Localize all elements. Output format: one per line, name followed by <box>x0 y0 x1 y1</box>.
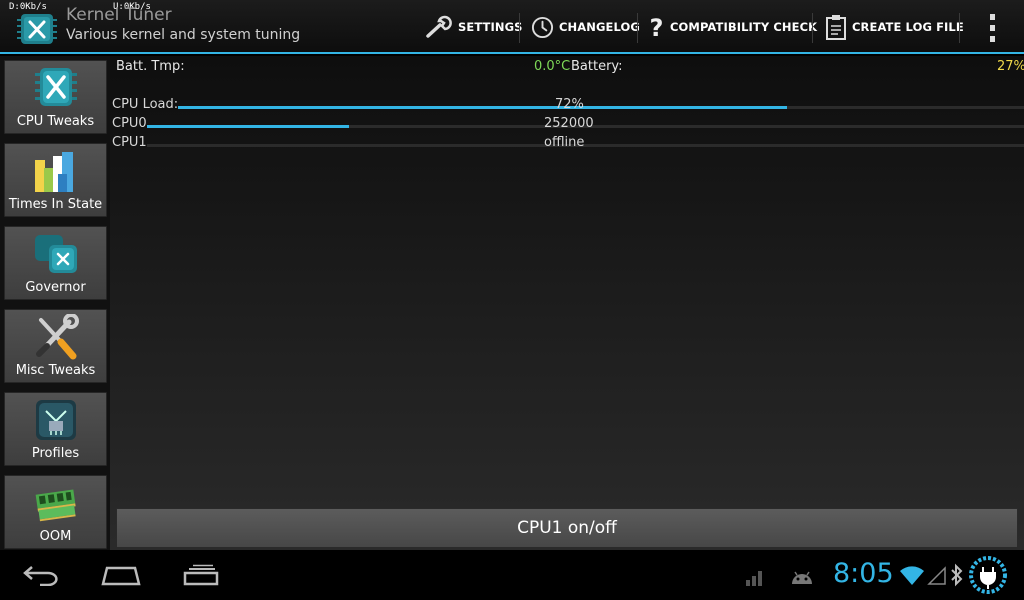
app-title: Kernel Tuner <box>66 5 172 25</box>
compatibility-check-label: COMPATIBILITY CHECK <box>670 20 818 34</box>
main-panel: Batt. Tmp: 0.0°C Battery: 27% CPU Load: … <box>110 56 1024 550</box>
sidebar-item-label: OOM <box>39 529 72 544</box>
cell-signal-icon <box>927 566 946 585</box>
cpu0-row: CPU0 252000 <box>110 116 1024 134</box>
changelog-button[interactable]: CHANGELOG <box>531 11 640 43</box>
cpu1-freq-bar <box>147 144 1024 147</box>
action-divider <box>812 13 813 43</box>
create-log-file-button[interactable]: CREATE LOG FILE <box>825 11 964 43</box>
home-icon[interactable] <box>101 564 141 586</box>
cpu-load-fill <box>178 106 788 109</box>
changelog-label: CHANGELOG <box>559 20 640 34</box>
action-divider <box>519 13 520 43</box>
bar-chart-icon <box>34 152 73 192</box>
sidebar-item-label: Profiles <box>31 446 80 461</box>
tools-icon <box>35 314 79 360</box>
cpu1-row: CPU1 offline <box>110 135 1024 153</box>
profiles-icon <box>35 400 76 440</box>
cpu-tweaks-icon <box>34 68 77 106</box>
overflow-dot <box>989 25 995 31</box>
cpu1-toggle-button[interactable]: CPU1 on/off <box>116 508 1018 548</box>
governor-icon <box>34 235 77 273</box>
wrench-icon <box>426 15 452 38</box>
sidebar-item-profiles[interactable]: Profiles <box>4 392 107 466</box>
battery-label: Battery: <box>571 59 623 74</box>
back-icon[interactable] <box>22 564 58 586</box>
sidebar: CPU Tweaks Times In State Governor Misc … <box>0 56 112 550</box>
battery-value: 27% <box>997 59 1024 74</box>
compatibility-check-button[interactable]: ? COMPATIBILITY CHECK <box>648 11 817 43</box>
bluetooth-icon <box>951 563 963 587</box>
cpu-load-row: CPU Load: 72% <box>110 97 1024 115</box>
android-icon <box>792 571 812 584</box>
sidebar-item-label: CPU Tweaks <box>16 114 95 129</box>
clock: 8:05 <box>833 558 894 589</box>
clock-icon <box>531 16 554 38</box>
memory-icon <box>35 489 76 522</box>
battery-temp-value: 0.0°C <box>534 59 571 74</box>
sidebar-item-label: Governor <box>25 280 86 295</box>
action-bar: D:0Kb/s U:0Kb/s Kernel Tuner Various ker… <box>0 0 1024 54</box>
sidebar-item-label: Times In State <box>8 197 103 212</box>
overflow-menu-button[interactable] <box>984 14 1000 42</box>
overflow-dot <box>989 14 995 20</box>
sidebar-item-governor[interactable]: Governor <box>4 226 107 300</box>
sidebar-item-cpu-tweaks[interactable]: CPU Tweaks <box>4 60 107 134</box>
sidebar-item-misc-tweaks[interactable]: Misc Tweaks <box>4 309 107 383</box>
overflow-dot <box>989 36 995 42</box>
settings-button[interactable]: SETTINGS <box>425 11 523 43</box>
recent-apps-icon[interactable] <box>182 564 220 586</box>
cpu-chip-icon[interactable] <box>14 10 60 48</box>
clipboard-icon <box>826 15 846 40</box>
sidebar-item-times-in-state[interactable]: Times In State <box>4 143 107 217</box>
cpu1-status-value: offline <box>544 135 585 150</box>
cpu-load-bar <box>178 106 1024 109</box>
sidebar-item-oom[interactable]: OOM <box>4 475 107 549</box>
system-bar: 8:05 <box>0 550 1024 600</box>
cpu-load-value: 72% <box>555 97 584 112</box>
battery-charging-icon <box>969 556 1007 594</box>
battery-temp-label: Batt. Tmp: <box>116 59 185 74</box>
settings-label: SETTINGS <box>458 20 523 34</box>
cpu1-label: CPU1 <box>112 135 147 150</box>
signal-icon <box>746 571 762 586</box>
wifi-icon <box>900 566 924 585</box>
cpu-load-label: CPU Load: <box>112 97 179 112</box>
svg-text:?: ? <box>649 14 663 40</box>
action-divider <box>959 13 960 43</box>
cpu0-freq-fill <box>147 125 349 128</box>
cpu0-label: CPU0 <box>112 116 147 131</box>
action-divider <box>637 13 638 43</box>
app-subtitle: Various kernel and system tuning <box>66 27 301 43</box>
create-log-file-label: CREATE LOG FILE <box>852 20 964 34</box>
sidebar-item-label: Misc Tweaks <box>15 363 96 378</box>
question-icon: ? <box>649 14 663 40</box>
cpu0-freq-value: 252000 <box>544 116 594 131</box>
